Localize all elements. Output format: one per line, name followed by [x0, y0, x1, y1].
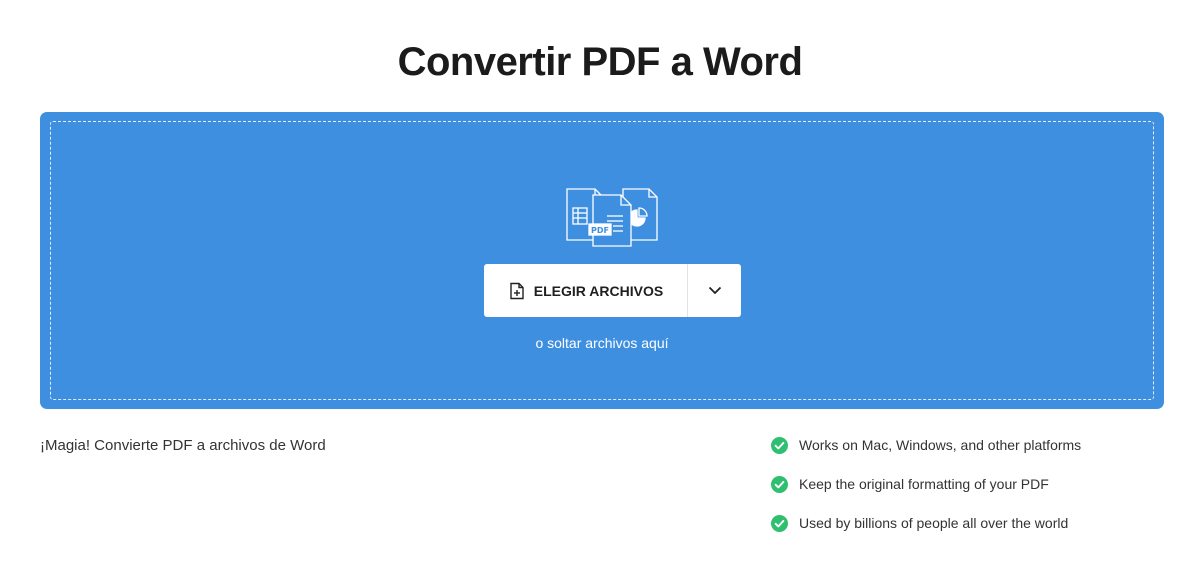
feature-item: Keep the original formatting of your PDF [771, 475, 1081, 493]
check-circle-icon [771, 514, 788, 532]
page-title: Convertir PDF a Word [397, 40, 803, 84]
feature-text: Works on Mac, Windows, and other platfor… [799, 437, 1082, 453]
check-circle-icon [771, 436, 788, 454]
choose-files-button[interactable]: ELEGIR ARCHIVOS [484, 264, 687, 317]
check-circle-icon [771, 475, 788, 493]
upload-options-dropdown[interactable] [687, 264, 741, 317]
file-add-icon [510, 282, 524, 299]
choose-files-group: ELEGIR ARCHIVOS [484, 264, 741, 317]
feature-list: Works on Mac, Windows, and other platfor… [771, 436, 1081, 553]
feature-text: Keep the original formatting of your PDF [799, 476, 1049, 492]
feature-text: Used by billions of people all over the … [799, 515, 1069, 531]
dropzone-dashed-border: PDF ELEGIR ARCHIVOS o soltar archivos aq… [50, 121, 1154, 400]
choose-files-label: ELEGIR ARCHIVOS [533, 282, 664, 299]
files-illustration-icon: PDF [566, 188, 658, 247]
feature-item: Works on Mac, Windows, and other platfor… [771, 436, 1081, 454]
pdf-badge-label: PDF [591, 226, 609, 235]
drop-files-hint: o soltar archivos aquí [535, 335, 669, 351]
file-dropzone[interactable]: PDF ELEGIR ARCHIVOS o soltar archivos aq… [40, 112, 1164, 409]
chevron-down-icon [708, 286, 721, 295]
page-subtitle: ¡Magia! Convierte PDF a archivos de Word [40, 437, 326, 454]
feature-item: Used by billions of people all over the … [771, 514, 1081, 532]
